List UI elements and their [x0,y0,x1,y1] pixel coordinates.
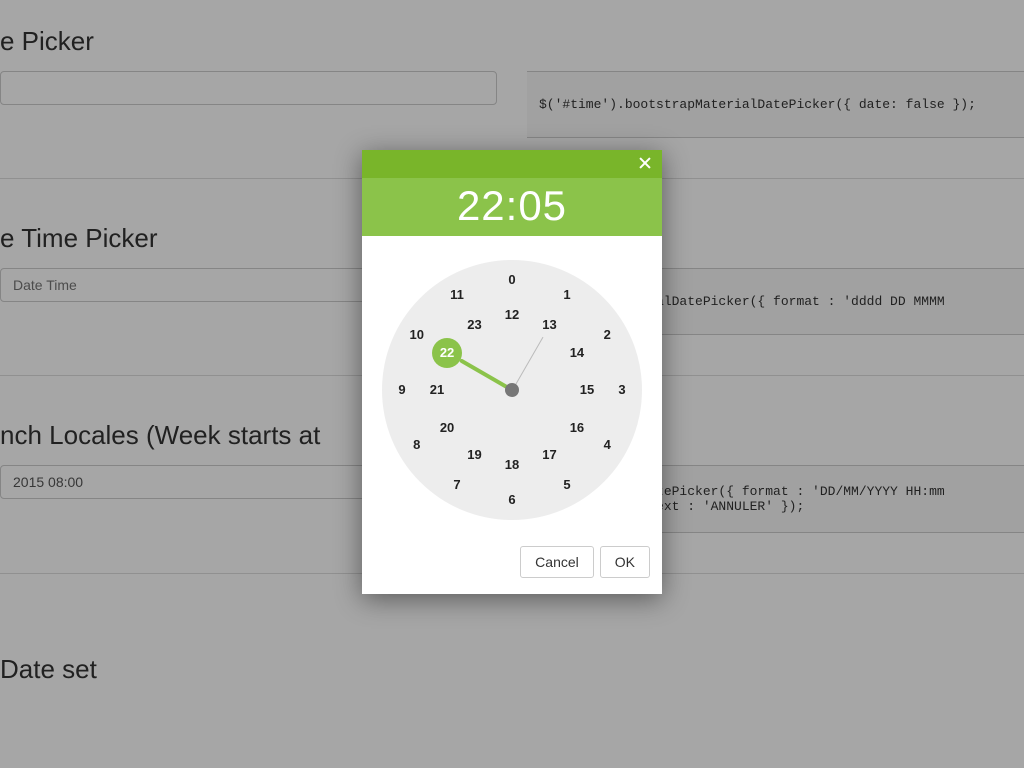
hour-15[interactable]: 15 [572,375,602,405]
hour-17[interactable]: 17 [535,440,565,470]
time-picker-modal: 22:05 0123456789101112131415161718192021… [362,150,662,594]
hour-22[interactable]: 22 [432,338,462,368]
time-separator: : [506,182,519,229]
hour-display[interactable]: 22 [457,182,506,229]
hour-5[interactable]: 5 [552,470,582,500]
hour-12[interactable]: 12 [497,300,527,330]
hour-2[interactable]: 2 [592,320,622,350]
hour-8[interactable]: 8 [402,430,432,460]
hour-4[interactable]: 4 [592,430,622,460]
hour-6[interactable]: 6 [497,485,527,515]
modal-titlebar [362,150,662,178]
time-display: 22:05 [362,178,662,236]
hour-3[interactable]: 3 [607,375,637,405]
ok-button[interactable]: OK [600,546,650,578]
hour-10[interactable]: 10 [402,320,432,350]
hour-14[interactable]: 14 [562,338,592,368]
clock-face-container: 01234567891011121314151617181920212223 [382,260,642,520]
hour-21[interactable]: 21 [422,375,452,405]
hour-16[interactable]: 16 [562,413,592,443]
hour-9[interactable]: 9 [387,375,417,405]
modal-actions: Cancel OK [362,538,662,594]
minute-display[interactable]: 05 [518,182,567,229]
hour-0[interactable]: 0 [497,265,527,295]
hour-23[interactable]: 23 [460,310,490,340]
hour-1[interactable]: 1 [552,280,582,310]
close-icon[interactable] [636,154,654,172]
cancel-button[interactable]: Cancel [520,546,594,578]
hour-13[interactable]: 13 [535,310,565,340]
hour-11[interactable]: 11 [442,280,472,310]
hour-18[interactable]: 18 [497,450,527,480]
clock-center-dot [505,383,519,397]
hour-19[interactable]: 19 [460,440,490,470]
hour-20[interactable]: 20 [432,413,462,443]
hour-7[interactable]: 7 [442,470,472,500]
